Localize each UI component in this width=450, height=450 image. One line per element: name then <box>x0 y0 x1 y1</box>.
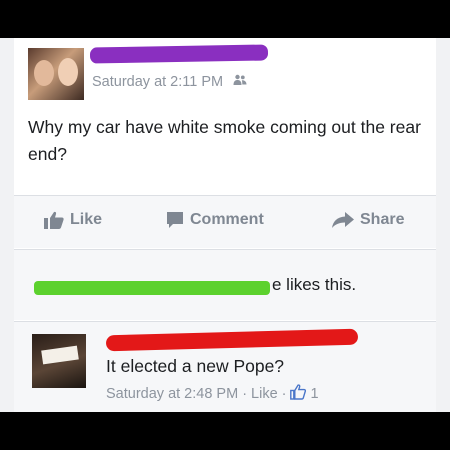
thumbs-up-icon <box>44 211 64 229</box>
right-gutter <box>436 38 450 412</box>
comment-meta: Saturday at 2:48 PM · Like · 1 <box>106 384 319 404</box>
comment-button[interactable]: Comment <box>166 211 264 229</box>
share-arrow-icon <box>332 212 354 228</box>
post-card: Saturday at 2:11 PM Why my car have whit… <box>14 38 436 412</box>
post-meta: Saturday at 2:11 PM <box>92 74 247 90</box>
share-button[interactable]: Share <box>332 211 404 229</box>
redacted-poster-name <box>89 44 269 64</box>
left-gutter <box>0 38 14 412</box>
likes-text[interactable]: e likes this. <box>272 275 356 295</box>
comment-like-link[interactable]: Like <box>251 386 278 402</box>
comment-bubble-icon <box>166 211 184 229</box>
like-button[interactable]: Like <box>44 211 102 229</box>
redacted-likers-names <box>34 281 270 295</box>
letterbox-top <box>0 0 450 38</box>
comment: It elected a new Pope? Saturday at 2:48 … <box>14 322 436 412</box>
meta-separator: · <box>242 386 248 402</box>
commenter-avatar[interactable] <box>32 334 86 388</box>
like-count-thumb-icon <box>290 384 307 404</box>
post-timestamp[interactable]: Saturday at 2:11 PM <box>92 74 223 90</box>
meta-separator: · <box>281 386 287 402</box>
poster-avatar[interactable] <box>28 48 84 100</box>
likes-summary: e likes this. <box>14 250 436 320</box>
screenshot: Saturday at 2:11 PM Why my car have whit… <box>0 0 450 450</box>
share-label: Share <box>360 211 405 228</box>
redacted-commenter-name <box>105 328 359 352</box>
post-text: Why my car have white smoke coming out t… <box>28 117 421 164</box>
comment-label: Comment <box>190 211 264 228</box>
letterbox-bottom <box>0 412 450 450</box>
comment-timestamp[interactable]: Saturday at 2:48 PM <box>106 386 238 402</box>
comment-text: It elected a new Pope? <box>106 356 285 376</box>
friends-icon <box>233 74 247 89</box>
comment-like-count[interactable]: 1 <box>310 386 318 402</box>
like-label: Like <box>70 211 103 228</box>
post-actions: Like Comment Share <box>14 196 436 248</box>
